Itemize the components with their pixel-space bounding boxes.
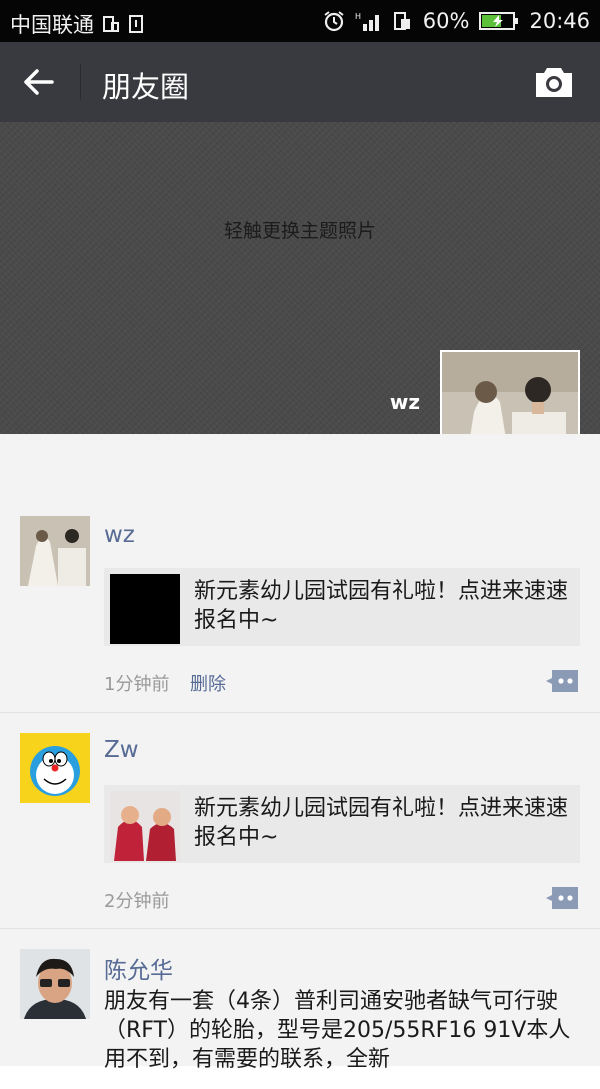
delete-button[interactable]: 删除 (190, 670, 226, 696)
back-arrow-icon (24, 69, 54, 95)
back-button[interactable] (18, 62, 62, 102)
page-title: 朋友圈 (102, 70, 190, 104)
profile-name: wz (389, 390, 420, 414)
link-title: 新元素幼儿园试园有礼啦！点进来速速报名中~ (194, 796, 569, 850)
comment-icon (546, 670, 578, 692)
post-author[interactable]: Zw (104, 737, 139, 763)
post-item: wz 新元素幼儿园试园有礼啦！点进来速速报名中~ 1分钟前 删除 (0, 434, 600, 712)
wedding-photo-icon (20, 516, 90, 586)
link-title: 新元素幼儿园试园有礼啦！点进来速速报名中~ (194, 579, 569, 633)
alarm-icon (323, 10, 345, 32)
status-bar: 中国联通 H 60% 20:46 (0, 0, 600, 42)
nav-divider (80, 64, 81, 100)
post-text: 朋友有一套（4条）普利司通安驰者缺气可行驶（RFT）的轮胎，型号是205/55R… (104, 989, 571, 1072)
link-thumbnail (110, 574, 180, 644)
post-item: Zw 新元素幼儿园试园有礼啦！点进来速速报名中~ 2分钟前 (0, 712, 600, 929)
link-card[interactable]: 新元素幼儿园试园有礼啦！点进来速速报名中~ (104, 785, 580, 863)
moments-feed: wz 新元素幼儿园试园有礼啦！点进来速速报名中~ 1分钟前 删除 Zw 新元素幼… (0, 434, 600, 1072)
signal-icon: H (355, 10, 383, 32)
battery-percent: 60% (422, 9, 470, 33)
post-item: 陈允华 朋友有一套（4条）普利司通安驰者缺气可行驶（RFT）的轮胎，型号是205… (0, 928, 600, 1089)
cover-hint: 轻触更换主题照片 (223, 220, 376, 242)
user-photo-icon (20, 949, 90, 1019)
post-time: 1分钟前 (104, 674, 170, 695)
post-time: 2分钟前 (104, 891, 170, 912)
nav-bar: 朋友圈 (0, 42, 600, 122)
battery-saver-icon (393, 10, 413, 32)
avatar[interactable] (20, 516, 90, 586)
comment-icon (546, 887, 578, 909)
camera-button[interactable] (532, 62, 576, 102)
svg-text:H: H (355, 12, 361, 21)
doraemon-icon (20, 733, 90, 803)
clock: 20:46 (529, 9, 590, 33)
cartoon-thumbnail-icon (110, 791, 180, 861)
link-card[interactable]: 新元素幼儿园试园有礼啦！点进来速速报名中~ (104, 568, 580, 646)
avatar[interactable] (20, 949, 90, 1019)
sim-icon (128, 14, 144, 34)
avatar[interactable] (20, 733, 90, 803)
battery-icon (479, 11, 519, 31)
comment-button[interactable] (544, 668, 580, 694)
comment-button[interactable] (544, 885, 580, 911)
post-author[interactable]: wz (104, 522, 135, 548)
post-author[interactable]: 陈允华 (104, 951, 173, 985)
notification-icon (102, 14, 120, 34)
link-thumbnail (110, 791, 180, 861)
carrier-label: 中国联通 (10, 13, 94, 37)
camera-icon (536, 68, 572, 97)
